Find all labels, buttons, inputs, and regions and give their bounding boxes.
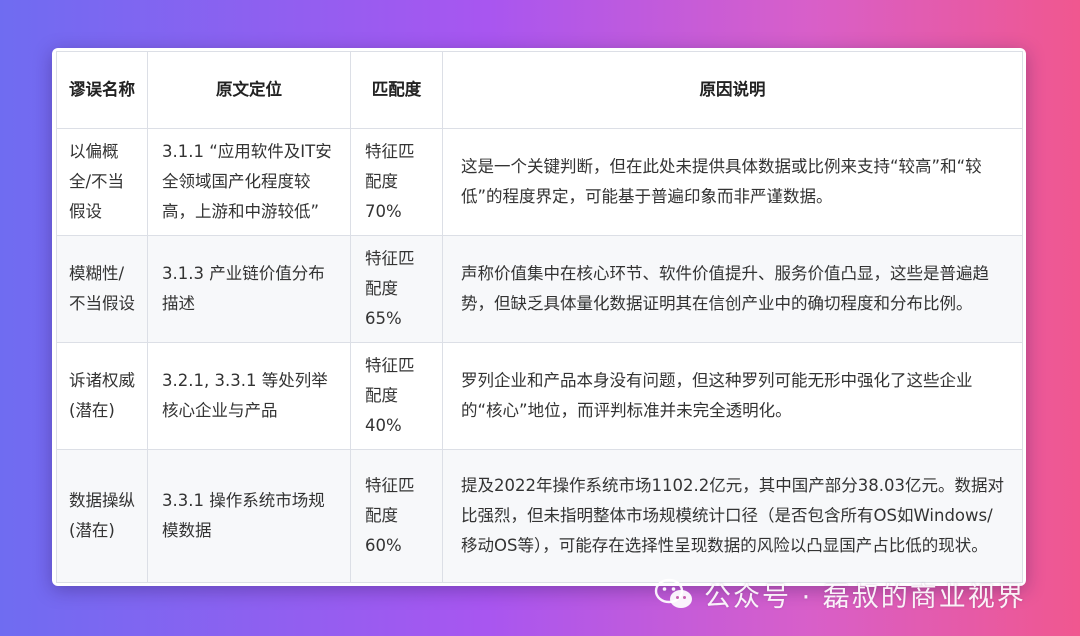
cell-match: 特征匹配度70% <box>350 128 443 236</box>
fallacy-table: 谬误名称 原文定位 匹配度 原因说明 以偏概全/不当假设 3.1.1 “应用软件… <box>56 51 1023 583</box>
header-location: 原文定位 <box>147 51 351 129</box>
header-reason: 原因说明 <box>442 51 1023 129</box>
cell-match: 特征匹配度65% <box>350 235 443 343</box>
table-card: 谬误名称 原文定位 匹配度 原因说明 以偏概全/不当假设 3.1.1 “应用软件… <box>52 48 1026 586</box>
cell-match: 特征匹配度40% <box>350 342 443 450</box>
cell-fallacy: 数据操纵 (潜在) <box>56 449 148 583</box>
wechat-icon <box>654 578 692 608</box>
table-header-row: 谬误名称 原文定位 匹配度 原因说明 <box>56 51 1023 129</box>
watermark-text: 公众号 · 磊叔的商业视界 <box>704 581 1026 613</box>
cell-fallacy: 以偏概全/不当假设 <box>56 128 148 236</box>
cell-location: 3.1.3 产业链价值分布描述 <box>147 235 351 343</box>
watermark: 公众号 · 磊叔的商业视界 <box>654 572 1026 616</box>
cell-fallacy: 模糊性/不当假设 <box>56 235 148 343</box>
cell-match: 特征匹配度60% <box>350 449 443 583</box>
header-match: 匹配度 <box>350 51 443 129</box>
cell-fallacy: 诉诸权威 (潜在) <box>56 342 148 450</box>
cell-reason: 这是一个关键判断，但在此处未提供具体数据或比例来支持“较高”和“较低”的程度界定… <box>442 128 1023 236</box>
cell-location: 3.2.1, 3.3.1 等处列举核心企业与产品 <box>147 342 351 450</box>
table-row: 诉诸权威 (潜在) 3.2.1, 3.3.1 等处列举核心企业与产品 特征匹配度… <box>56 342 1023 450</box>
header-fallacy: 谬误名称 <box>56 51 148 129</box>
cell-reason: 声称价值集中在核心环节、软件价值提升、服务价值凸显，这些是普遍趋势，但缺乏具体量… <box>442 235 1023 343</box>
cell-location: 3.1.1 “应用软件及IT安全领域国产化程度较高，上游和中游较低” <box>147 128 351 236</box>
cell-reason: 提及2022年操作系统市场1102.2亿元，其中国产部分38.03亿元。数据对比… <box>442 449 1023 583</box>
table-row: 以偏概全/不当假设 3.1.1 “应用软件及IT安全领域国产化程度较高，上游和中… <box>56 128 1023 236</box>
table-row: 数据操纵 (潜在) 3.3.1 操作系统市场规模数据 特征匹配度60% 提及20… <box>56 449 1023 583</box>
cell-location: 3.3.1 操作系统市场规模数据 <box>147 449 351 583</box>
cell-reason: 罗列企业和产品本身没有问题，但这种罗列可能无形中强化了这些企业的“核心”地位，而… <box>442 342 1023 450</box>
table-row: 模糊性/不当假设 3.1.3 产业链价值分布描述 特征匹配度65% 声称价值集中… <box>56 235 1023 343</box>
